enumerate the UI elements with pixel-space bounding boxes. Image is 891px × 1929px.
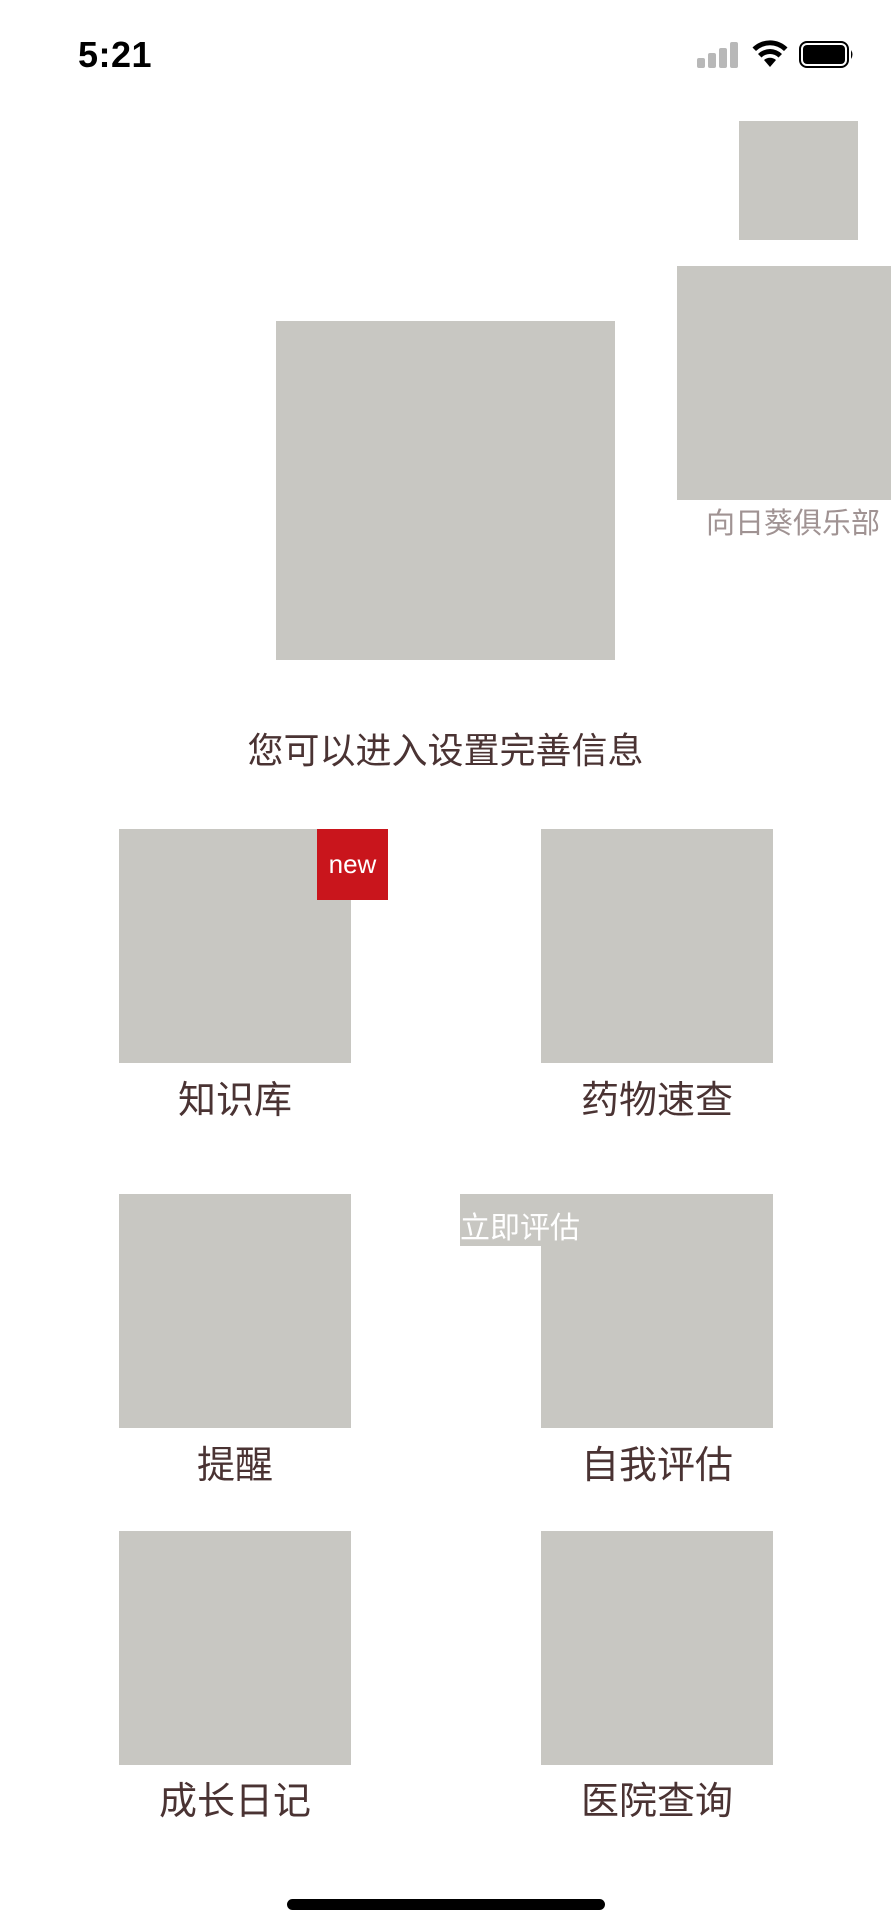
growth-diary-label[interactable]: 成长日记 <box>119 1770 351 1825</box>
status-bar: 5:21 <box>0 0 891 110</box>
wifi-icon <box>752 40 788 67</box>
settings-hint: 您可以进入设置完善信息 <box>247 731 644 772</box>
drug-lookup-tile[interactable] <box>541 829 773 1063</box>
growth-diary-tile[interactable] <box>119 1531 351 1765</box>
new-badge: new <box>317 829 388 900</box>
reminder-tile[interactable] <box>119 1194 351 1428</box>
club-label[interactable]: 向日葵俱乐部 <box>706 500 880 542</box>
assess-now-label[interactable]: 立即评估 <box>460 1203 580 1247</box>
club-image[interactable] <box>677 266 891 500</box>
reminder-label[interactable]: 提醒 <box>119 1434 351 1489</box>
knowledge-base-label[interactable]: 知识库 <box>119 1069 351 1124</box>
avatar[interactable] <box>276 321 615 660</box>
battery-icon <box>799 41 853 68</box>
drug-lookup-label[interactable]: 药物速查 <box>541 1069 773 1124</box>
cellular-signal-icon <box>697 42 739 68</box>
home-indicator[interactable] <box>287 1899 605 1910</box>
self-assessment-label[interactable]: 自我评估 <box>541 1434 773 1489</box>
settings-image[interactable] <box>739 121 858 240</box>
hospital-search-label[interactable]: 医院查询 <box>541 1770 773 1825</box>
status-time: 5:21 <box>78 34 153 75</box>
hospital-search-tile[interactable] <box>541 1531 773 1765</box>
